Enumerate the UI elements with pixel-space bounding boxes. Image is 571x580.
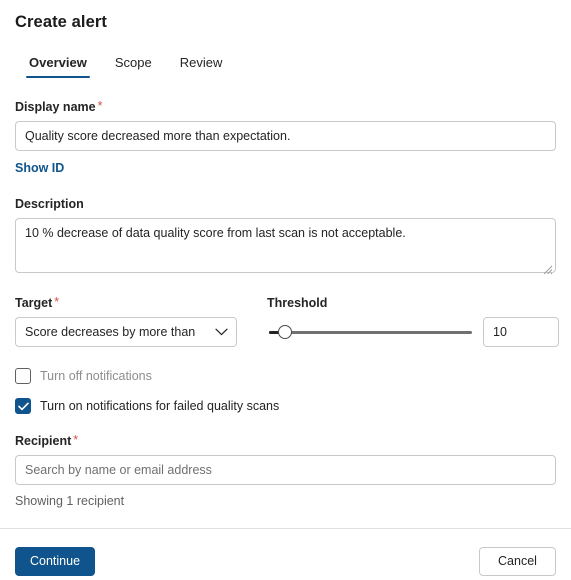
description-label: Description [15, 196, 556, 212]
tab-review[interactable]: Review [166, 55, 237, 78]
cancel-button[interactable]: Cancel [479, 546, 556, 576]
tab-overview[interactable]: Overview [15, 55, 101, 78]
dialog-footer: Continue Cancel [0, 528, 571, 580]
threshold-slider-thumb[interactable] [278, 325, 292, 339]
continue-button[interactable]: Continue [15, 546, 96, 576]
turn-off-notifications-row[interactable]: Turn off notifications [15, 368, 556, 384]
recipient-label-text: Recipient [15, 434, 72, 448]
target-threshold-row: Target * Score decreases by more than Th… [15, 295, 559, 347]
turn-on-failed-scans-checkbox[interactable] [15, 398, 31, 414]
show-id-link[interactable]: Show ID [15, 161, 64, 175]
description-field-group: Description [15, 196, 556, 278]
threshold-slider[interactable] [267, 317, 474, 347]
display-name-field-group: Display name * Show ID [15, 99, 556, 177]
threshold-label-text: Threshold [267, 296, 328, 310]
turn-off-notifications-checkbox[interactable] [15, 368, 31, 384]
recipient-required-asterisk: * [73, 433, 79, 447]
page-title: Create alert [15, 13, 107, 31]
display-name-label-text: Display name [15, 100, 96, 114]
recipient-label: Recipient * [15, 433, 556, 449]
create-alert-dialog: Create alert Overview Scope Review Displ… [0, 0, 571, 580]
target-field-group: Target * Score decreases by more than [15, 295, 237, 347]
tab-scope[interactable]: Scope [101, 55, 166, 78]
threshold-slider-track [269, 331, 472, 334]
dialog-content: Create alert Overview Scope Review Displ… [0, 0, 571, 528]
display-name-input[interactable] [15, 121, 556, 151]
display-name-required-asterisk: * [97, 99, 103, 113]
turn-on-failed-scans-label: Turn on notifications for failed quality… [40, 399, 280, 413]
tab-bar: Overview Scope Review [15, 51, 556, 78]
recipient-field-group: Recipient * Showing 1 recipient [15, 433, 556, 509]
recipient-search-input[interactable] [15, 455, 556, 485]
turn-on-failed-scans-row[interactable]: Turn on notifications for failed quality… [15, 398, 556, 414]
threshold-controls [267, 317, 559, 347]
tab-overview-label: Overview [29, 55, 87, 70]
description-textarea[interactable] [15, 218, 556, 273]
target-label-text: Target [15, 296, 53, 310]
threshold-field-group: Threshold [267, 295, 559, 347]
tab-review-label: Review [179, 55, 223, 70]
description-textarea-wrap [15, 218, 556, 278]
target-select-value: Score decreases by more than [15, 317, 237, 347]
tab-scope-label: Scope [114, 55, 152, 70]
threshold-label: Threshold [267, 295, 559, 311]
threshold-number-input[interactable] [483, 317, 559, 347]
target-select[interactable]: Score decreases by more than [15, 317, 237, 347]
target-label: Target * [15, 295, 237, 311]
turn-off-notifications-label: Turn off notifications [40, 369, 152, 383]
checkmark-icon [17, 402, 29, 410]
target-required-asterisk: * [54, 295, 60, 309]
recipient-status-text: Showing 1 recipient [15, 494, 125, 508]
display-name-label: Display name * [15, 99, 556, 115]
description-label-text: Description [15, 197, 84, 211]
